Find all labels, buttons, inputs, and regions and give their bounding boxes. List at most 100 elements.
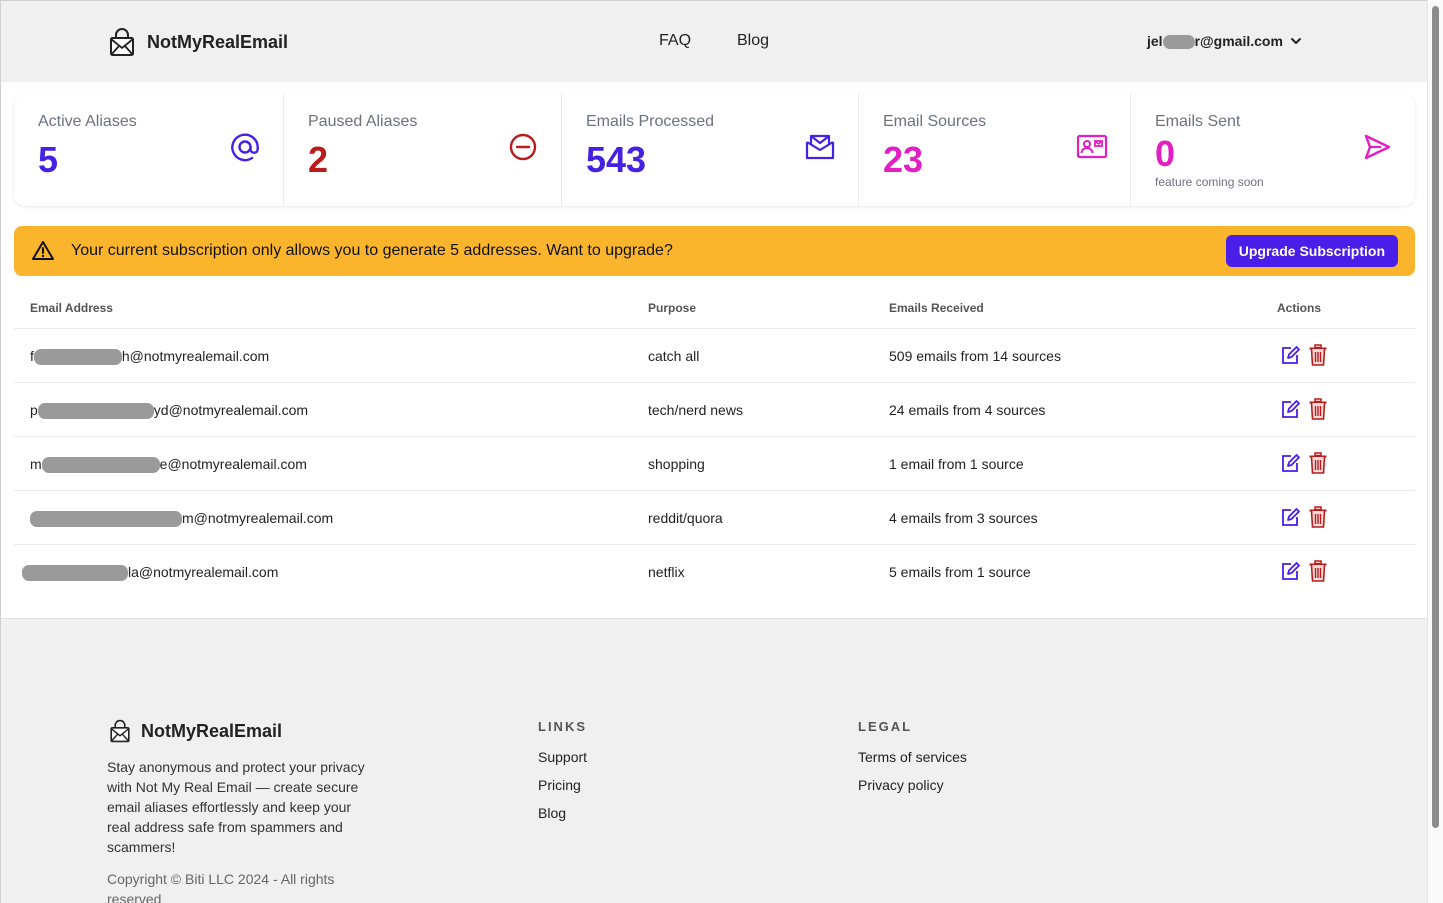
footer-brand-name: NotMyRealEmail: [141, 720, 283, 741]
edit-icon[interactable]: [1280, 344, 1300, 366]
footer-link-pricing[interactable]: Pricing: [538, 776, 587, 795]
alias-received: 5 emails from 1 source: [889, 564, 1031, 580]
alias-received: 24 emails from 4 sources: [889, 402, 1046, 418]
contact-card-icon: [1076, 134, 1108, 159]
column-header-received: Emails Received: [889, 301, 984, 315]
lock-envelope-logo-icon: [110, 719, 130, 743]
edit-icon[interactable]: [1280, 452, 1300, 474]
send-icon: [1364, 134, 1391, 160]
trash-icon[interactable]: [1308, 398, 1328, 420]
lock-envelope-logo-icon: [110, 28, 134, 56]
chevron-down-icon: [1290, 38, 1301, 45]
table-header: Email Address Purpose Emails Received Ac…: [14, 288, 1415, 329]
stats-panel: Active Aliases 5 Paused Aliases 2 Emails…: [14, 93, 1415, 206]
footer-link-privacy[interactable]: Privacy policy: [858, 776, 967, 795]
row-actions: [1280, 452, 1328, 474]
table-row: f h@notmyrealemail.com catch all 509 emai…: [14, 329, 1415, 383]
nav-blog-link[interactable]: Blog: [737, 32, 769, 50]
redacted-block: [33, 349, 122, 366]
user-email: jel r@gmail.com: [1147, 33, 1283, 50]
alias-email[interactable]: la@notmyrealemail.com: [22, 564, 278, 582]
stat-value: 5: [38, 139, 59, 180]
footer-copyright: Copyright © Biti LLC 2024 - All rights r…: [107, 871, 335, 903]
stat-value: 0: [1155, 133, 1176, 174]
trash-icon[interactable]: [1308, 452, 1328, 474]
alias-email[interactable]: m@notmyrealemail.com: [30, 510, 333, 528]
stat-title: Emails Sent: [1155, 113, 1241, 130]
alias-received: 509 emails from 14 sources: [889, 348, 1061, 364]
trash-icon[interactable]: [1308, 344, 1328, 366]
table-row: m e@notmyrealemail.com shopping 1 email f…: [14, 437, 1415, 491]
scrollbar-thumb[interactable]: [1432, 6, 1439, 828]
warning-triangle-icon: [32, 241, 54, 260]
alias-received: 1 email from 1 source: [889, 456, 1024, 472]
alias-purpose: catch all: [648, 348, 700, 364]
stat-title: Email Sources: [883, 113, 987, 130]
stat-title: Active Aliases: [38, 113, 137, 130]
table-row: la@notmyrealemail.com netflix 5 emails f…: [14, 545, 1415, 599]
column-header-email: Email Address: [30, 301, 113, 315]
footer-legal-column: LEGAL Terms of services Privacy policy: [858, 719, 967, 804]
stat-emails-processed: Emails Processed 543: [562, 93, 859, 206]
trash-icon[interactable]: [1308, 560, 1328, 582]
stat-title: Emails Processed: [586, 113, 715, 130]
brand-name: NotMyRealEmail: [147, 31, 289, 52]
footer-links-title: LINKS: [538, 719, 587, 734]
row-actions: [1280, 398, 1328, 420]
stat-value: 23: [883, 139, 924, 180]
nav-faq-link[interactable]: FAQ: [659, 32, 691, 50]
table-row: p yd@notmyrealemail.com tech/nerd news 24…: [14, 383, 1415, 437]
redacted-block: [37, 403, 154, 420]
stat-title: Paused Aliases: [308, 113, 418, 130]
footer-link-blog[interactable]: Blog: [538, 804, 587, 823]
brand-logo-link[interactable]: NotMyRealEmail: [109, 27, 288, 57]
minus-circle-icon: [509, 133, 537, 161]
edit-icon[interactable]: [1280, 398, 1300, 420]
stat-active-aliases: Active Aliases 5: [14, 93, 284, 206]
table-row: m@notmyrealemail.com reddit/quora 4 emai…: [14, 491, 1415, 545]
alias-purpose: netflix: [648, 564, 685, 580]
alert-message: Your current subscription only allows yo…: [71, 242, 673, 259]
edit-icon[interactable]: [1280, 506, 1300, 528]
aliases-table: Email Address Purpose Emails Received Ac…: [14, 288, 1415, 599]
column-header-actions: Actions: [1277, 301, 1322, 315]
redacted-block: [41, 457, 160, 474]
redacted-block: [22, 565, 128, 582]
alias-email[interactable]: f h@notmyrealemail.com: [30, 348, 269, 366]
redacted-block: [30, 511, 182, 528]
stat-emails-sent: Emails Sent 0 feature coming soon: [1131, 93, 1415, 206]
alias-email[interactable]: p yd@notmyrealemail.com: [30, 402, 308, 420]
browser-viewport: NotMyRealEmail FAQ Blog jel r@gmail.com A…: [0, 0, 1427, 903]
footer-links-column: LINKS Support Pricing Blog: [538, 719, 587, 832]
stat-description: feature coming soon: [1155, 175, 1264, 189]
mail-open-icon: [805, 134, 835, 160]
stat-value: 2: [308, 139, 329, 180]
trash-icon[interactable]: [1308, 506, 1328, 528]
site-footer: NotMyRealEmail Stay anonymous and protec…: [1, 618, 1427, 903]
row-actions: [1280, 344, 1328, 366]
top-navbar: NotMyRealEmail FAQ Blog jel r@gmail.com: [1, 1, 1427, 82]
user-account-menu[interactable]: jel r@gmail.com: [1147, 33, 1303, 50]
alias-received: 4 emails from 3 sources: [889, 510, 1038, 526]
column-header-purpose: Purpose: [648, 301, 697, 315]
stat-value: 543: [586, 139, 647, 180]
row-actions: [1280, 506, 1328, 528]
footer-description: Stay anonymous and protect your privacy …: [107, 759, 365, 855]
subscription-alert: Your current subscription only allows yo…: [14, 226, 1415, 276]
alias-purpose: shopping: [648, 456, 705, 472]
row-actions: [1280, 560, 1328, 582]
at-sign-icon: [231, 133, 259, 162]
alias-purpose: reddit/quora: [648, 510, 723, 526]
edit-icon[interactable]: [1280, 560, 1300, 582]
stat-email-sources: Email Sources 23: [859, 93, 1131, 206]
alias-purpose: tech/nerd news: [648, 402, 743, 418]
page-scrollbar[interactable]: [1427, 0, 1443, 903]
stat-paused-aliases: Paused Aliases 2: [284, 93, 562, 206]
upgrade-subscription-button[interactable]: Upgrade Subscription: [1225, 235, 1398, 267]
footer-legal-title: LEGAL: [858, 719, 913, 734]
footer-link-support[interactable]: Support: [538, 748, 587, 767]
footer-link-terms[interactable]: Terms of services: [858, 748, 967, 767]
redacted-block: [1162, 35, 1195, 50]
footer-brand[interactable]: NotMyRealEmail: [109, 719, 282, 743]
alias-email[interactable]: m e@notmyrealemail.com: [30, 456, 307, 474]
